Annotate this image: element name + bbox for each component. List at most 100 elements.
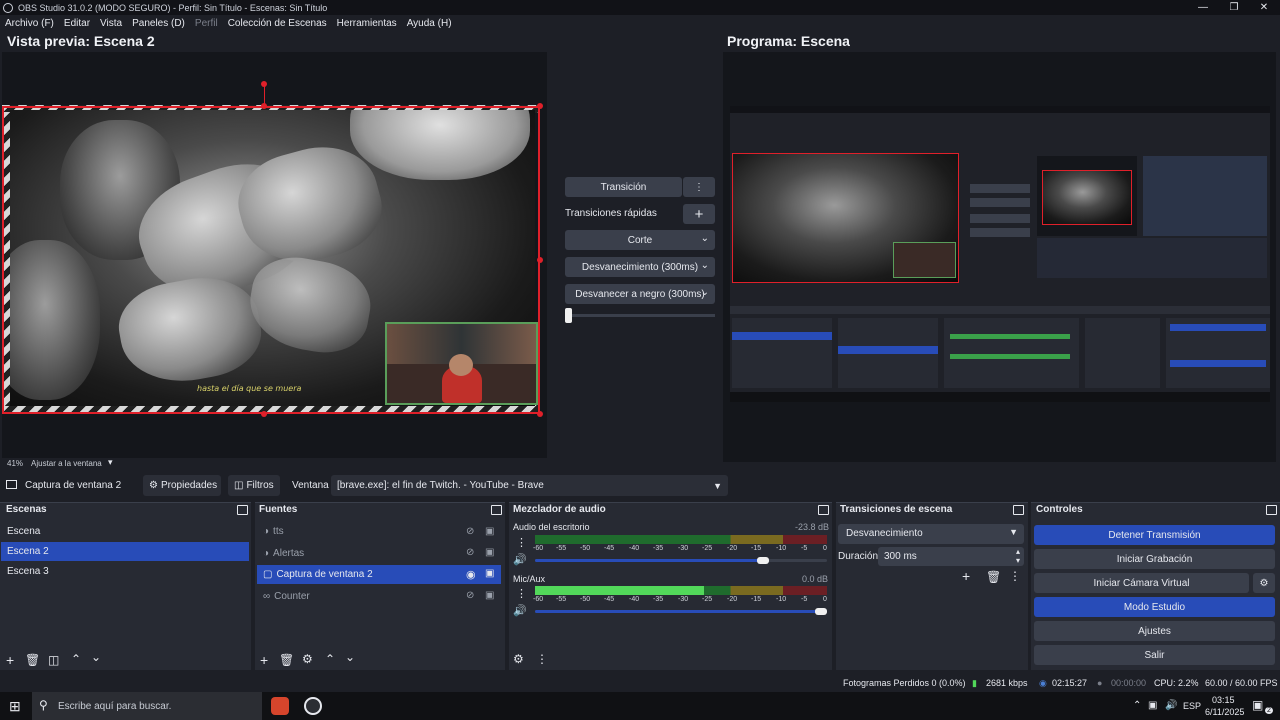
network-icon[interactable]: ▣: [1148, 700, 1157, 711]
gear-icon[interactable]: ⚙: [1253, 573, 1275, 593]
add-transition-icon[interactable]: +: [962, 568, 970, 584]
settings-button[interactable]: Ajustes: [1034, 621, 1275, 641]
brave-app-icon[interactable]: [271, 697, 289, 715]
undock-icon[interactable]: [1266, 505, 1277, 515]
transition-menu-icon[interactable]: ⋮: [1009, 569, 1021, 583]
preview-canvas[interactable]: hasta el día que se muera: [2, 52, 547, 458]
obs-app-icon[interactable]: [304, 697, 322, 715]
scene-filters-icon[interactable]: ◫: [48, 653, 59, 667]
source-item[interactable]: ▢ Captura de ventana 2: [257, 565, 501, 584]
lock-icon[interactable]: ▣: [485, 568, 494, 579]
add-quick-transition-icon[interactable]: +: [683, 204, 715, 224]
virtual-camera-button[interactable]: Iniciar Cámara Virtual: [1034, 573, 1249, 593]
menu-vista[interactable]: Vista: [100, 18, 122, 29]
dropped-frames: Fotogramas Perdidos 0 (0.0%): [843, 678, 966, 688]
eye-icon[interactable]: ◉: [466, 568, 476, 581]
channel-menu-icon[interactable]: ⋮: [516, 587, 527, 600]
visibility-off-icon[interactable]: ⊘: [466, 526, 474, 537]
visibility-off-icon[interactable]: ⊘: [466, 547, 474, 558]
scene-item[interactable]: Escena 2: [1, 542, 249, 561]
mixer-settings-icon[interactable]: ⚙: [513, 652, 524, 666]
volume-slider[interactable]: [815, 608, 827, 615]
volume-tray-icon[interactable]: 🔊: [1165, 700, 1177, 711]
spinner-icon[interactable]: ▴ ▾: [1016, 547, 1020, 565]
move-down-icon[interactable]: ⌄: [345, 650, 355, 664]
stop-stream-button[interactable]: Detener Transmisión: [1034, 525, 1275, 545]
undock-icon[interactable]: [491, 505, 502, 515]
tray-chevron-icon[interactable]: ⌃: [1133, 700, 1141, 711]
mixer-channel-db: -23.8 dB: [795, 522, 830, 532]
undock-icon[interactable]: [818, 505, 829, 515]
quick-transition-desvanecimiento[interactable]: Desvanecimiento (300ms) ⌄: [565, 257, 715, 277]
scene-item[interactable]: Escena 3: [1, 562, 249, 581]
menu-coleccion[interactable]: Colección de Escenas: [228, 18, 327, 29]
lock-icon[interactable]: ▣: [485, 526, 494, 537]
mixer-menu-icon[interactable]: ⋮: [536, 652, 548, 666]
tbar-track[interactable]: [565, 314, 715, 317]
quick-transition-corte[interactable]: Corte ⌄: [565, 230, 715, 250]
trash-icon[interactable]: 🗑: [279, 653, 294, 667]
tbar-handle[interactable]: [565, 308, 572, 323]
menu-perfil[interactable]: Perfil: [195, 18, 218, 29]
undock-icon[interactable]: [1013, 505, 1024, 515]
gear-icon[interactable]: ⚙: [302, 652, 313, 666]
channel-menu-icon[interactable]: ⋮: [516, 536, 527, 549]
minimize-button[interactable]: —: [1187, 0, 1219, 15]
menu-archivo[interactable]: Archivo (F): [5, 18, 54, 29]
record-icon: ●: [1097, 678, 1103, 688]
studio-mode-button[interactable]: Modo Estudio: [1034, 597, 1275, 617]
resize-handle-top[interactable]: [261, 103, 267, 109]
menu-paneles[interactable]: Paneles (D): [132, 18, 185, 29]
notification-icon[interactable]: ▣: [1252, 698, 1263, 712]
properties-button[interactable]: ⚙ Propiedades: [143, 475, 221, 496]
lock-icon[interactable]: ▣: [485, 547, 494, 558]
taskbar-search[interactable]: ⚲ Escribe aquí para buscar.: [32, 692, 262, 720]
speaker-icon[interactable]: 🔊: [513, 604, 527, 617]
transition-button[interactable]: Transición: [565, 177, 682, 197]
resize-handle-right[interactable]: [537, 257, 543, 263]
quick-transition-negro[interactable]: Desvanecer a negro (300ms) ⌄: [565, 284, 715, 304]
filters-button[interactable]: ◫ Filtros: [228, 475, 280, 496]
close-button[interactable]: ✕: [1248, 0, 1280, 15]
start-recording-button[interactable]: Iniciar Grabación: [1034, 549, 1275, 569]
transition-select[interactable]: Desvanecimiento ▼: [838, 524, 1024, 544]
volume-slider[interactable]: [756, 557, 769, 564]
source-item[interactable]: ◑ tts: [257, 522, 501, 541]
rotate-handle[interactable]: [261, 81, 267, 87]
window-select[interactable]: [brave.exe]: el fin de Twitch. - YouTube…: [331, 475, 728, 496]
selection-box[interactable]: [2, 106, 540, 414]
source-item[interactable]: ◑ Alertas: [257, 544, 501, 563]
source-item[interactable]: ∞ Counter: [257, 587, 501, 606]
language-indicator[interactable]: ESP: [1183, 701, 1201, 711]
undock-icon[interactable]: [237, 505, 248, 515]
resize-handle-bottom[interactable]: [261, 411, 267, 417]
scene-item[interactable]: Escena: [1, 522, 249, 541]
move-down-icon[interactable]: ⌄: [91, 650, 101, 664]
trash-icon[interactable]: 🗑: [25, 653, 40, 667]
gear-icon: ⚙: [149, 480, 158, 491]
obs-logo-icon: [3, 2, 13, 13]
move-up-icon[interactable]: ⌃: [325, 652, 335, 666]
browser-source-icon: ◑: [263, 526, 270, 537]
restore-button[interactable]: ❐: [1218, 0, 1250, 15]
transition-menu-icon[interactable]: ⋮: [683, 177, 715, 197]
trash-icon[interactable]: 🗑: [986, 570, 1001, 584]
duration-input[interactable]: 300 ms ▴ ▾: [878, 547, 1024, 566]
menu-editar[interactable]: Editar: [64, 18, 90, 29]
add-scene-icon[interactable]: +: [6, 652, 14, 668]
visibility-off-icon[interactable]: ⊘: [466, 590, 474, 601]
clock-date: 6/11/2025: [1205, 707, 1245, 717]
resize-handle-top-right[interactable]: [537, 103, 543, 109]
lock-icon[interactable]: ▣: [485, 590, 494, 601]
menu-ayuda[interactable]: Ayuda (H): [407, 18, 452, 29]
add-source-icon[interactable]: +: [260, 652, 268, 668]
menu-herramientas[interactable]: Herramientas: [337, 18, 397, 29]
speaker-icon[interactable]: 🔊: [513, 553, 527, 566]
fit-to-window-label[interactable]: Ajustar a la ventana: [31, 459, 102, 468]
move-up-icon[interactable]: ⌃: [71, 652, 81, 666]
exit-button[interactable]: Salir: [1034, 645, 1275, 665]
windows-start-icon[interactable]: ⊞: [9, 698, 21, 715]
zoom-dropdown-icon[interactable]: ▾: [108, 457, 113, 468]
resize-handle-bottom-right[interactable]: [537, 411, 543, 417]
status-bar: Fotogramas Perdidos 0 (0.0%) ▮ 2681 kbps…: [0, 676, 1280, 691]
